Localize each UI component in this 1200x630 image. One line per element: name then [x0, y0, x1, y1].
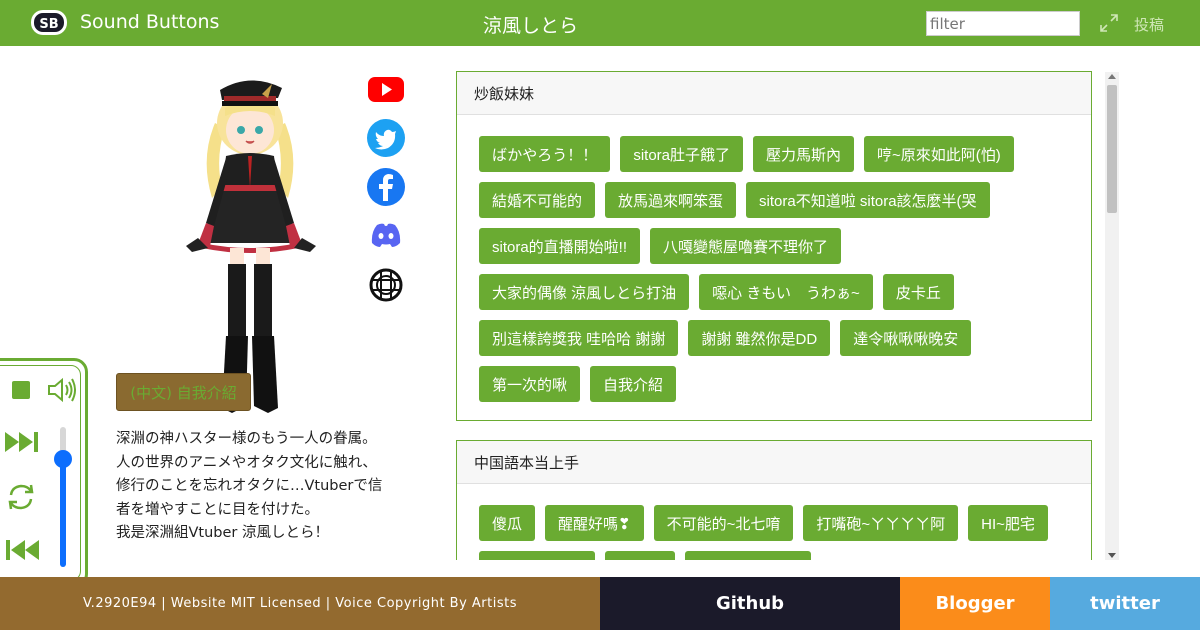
blogger-link[interactable]: Blogger: [900, 577, 1050, 630]
sound-button[interactable]: 第一次的啾: [479, 366, 581, 402]
sound-button[interactable]: 打嘴砲~ㄚㄚㄚㄚ阿: [803, 505, 959, 541]
sound-button[interactable]: sitora肚子餓了: [620, 136, 743, 172]
svg-text:SB: SB: [39, 17, 58, 32]
volume-slider-thumb[interactable]: [54, 450, 72, 468]
sound-groups-area[interactable]: 炒飯妹妹 ばかやろう！！ sitora肚子餓了 壓力馬斯內 哼~原來如此阿(怕)…: [456, 70, 1120, 560]
youtube-icon[interactable]: [366, 69, 406, 109]
sound-group-card: 炒飯妹妹 ばかやろう！！ sitora肚子餓了 壓力馬斯內 哼~原來如此阿(怕)…: [456, 71, 1092, 421]
sound-button[interactable]: 哼~原來如此阿(怕): [864, 136, 1014, 172]
twitter-link[interactable]: twitter: [1050, 577, 1200, 630]
group-title: 中国語本当上手: [457, 441, 1091, 484]
sound-button[interactable]: 壓力馬斯內: [753, 136, 855, 172]
sound-button[interactable]: sitora不知道啦 sitora該怎麼半(哭: [746, 182, 990, 218]
sound-button[interactable]: HI~肥宅: [968, 505, 1048, 541]
footer: V.2920E94 | Website MIT Licensed | Voice…: [0, 577, 1200, 630]
volume-slider-fill: [60, 458, 66, 567]
sound-button[interactable]: sitora的直播開始啦!!: [479, 228, 641, 264]
group-title: 炒飯妹妹: [457, 72, 1091, 115]
volume-icon[interactable]: [46, 376, 76, 404]
facebook-icon[interactable]: [366, 167, 406, 207]
intro-button[interactable]: (中文) 自我介紹: [116, 373, 251, 411]
sound-button[interactable]: [685, 551, 811, 560]
scrollbar-thumb[interactable]: [1107, 85, 1117, 213]
sound-button[interactable]: 放馬過來啊笨蛋: [605, 182, 737, 218]
sound-button[interactable]: 達令啾啾啾晚安: [840, 320, 972, 356]
sound-button[interactable]: [479, 551, 595, 560]
loop-icon[interactable]: [5, 481, 37, 513]
bio-text: 深淵の神ハスター様のもう一人の眷属。人の世界のアニメやオタク文化に触れ、修行のこ…: [116, 431, 383, 541]
github-link[interactable]: Github: [600, 577, 900, 630]
top-navbar: SB Sound Buttons 涼風しとら 投稿: [0, 0, 1200, 46]
sound-button[interactable]: 醒醒好嗎❣: [545, 505, 644, 541]
sound-button[interactable]: 別這樣誇獎我 哇哈哈 謝謝: [479, 320, 679, 356]
sound-button[interactable]: 自我介紹: [590, 366, 677, 402]
sound-button[interactable]: 皮卡丘: [882, 274, 954, 310]
fullscreen-icon[interactable]: [1099, 13, 1119, 33]
sound-button[interactable]: 不可能的~北七唷: [653, 505, 794, 541]
group-buttons: 傻瓜 醒醒好嗎❣ 不可能的~北七唷 打嘴砲~ㄚㄚㄚㄚ阿 HI~肥宅: [457, 484, 1091, 560]
site-logo-icon[interactable]: SB: [30, 9, 68, 36]
sound-button[interactable]: 傻瓜: [479, 505, 536, 541]
sound-button[interactable]: 大家的偶像 涼風しとら打油: [479, 274, 690, 310]
sound-button[interactable]: ばかやろう！！: [479, 136, 611, 172]
filter-input[interactable]: [926, 11, 1080, 36]
twitter-icon[interactable]: [366, 118, 406, 158]
discord-icon[interactable]: [366, 216, 406, 256]
character-avatar: [186, 80, 316, 413]
stop-icon[interactable]: [11, 380, 31, 400]
sound-button[interactable]: 謝謝 雖然你是DD: [688, 320, 831, 356]
footer-copyright: V.2920E94 | Website MIT Licensed | Voice…: [0, 577, 600, 630]
character-bio: 深淵の神ハスター様のもう一人の眷属。人の世界のアニメやオタク文化に触れ、修行のこ…: [116, 428, 386, 563]
page-title: 涼風しとら: [483, 15, 579, 37]
sound-button[interactable]: 結婚不可能的: [479, 182, 596, 218]
sound-button[interactable]: 八嘎變態屋嚕賽不理你了: [650, 228, 842, 264]
sound-button[interactable]: 噁心 きもい うわぁ~: [699, 274, 873, 310]
group-buttons: ばかやろう！！ sitora肚子餓了 壓力馬斯內 哼~原來如此阿(怕) 結婚不可…: [457, 115, 1091, 420]
sound-button[interactable]: [605, 551, 675, 560]
brand-name[interactable]: Sound Buttons: [80, 11, 219, 33]
rewind-icon[interactable]: [4, 538, 40, 562]
post-link[interactable]: 投稿: [1134, 14, 1164, 35]
scroll-up-arrow[interactable]: [1108, 74, 1116, 79]
sound-group-card: 中国語本当上手 傻瓜 醒醒好嗎❣ 不可能的~北七唷 打嘴砲~ㄚㄚㄚㄚ阿 HI~肥…: [456, 440, 1092, 560]
fast-forward-icon[interactable]: [4, 430, 40, 454]
scroll-down-arrow[interactable]: [1108, 553, 1116, 558]
website-icon[interactable]: [366, 265, 406, 305]
